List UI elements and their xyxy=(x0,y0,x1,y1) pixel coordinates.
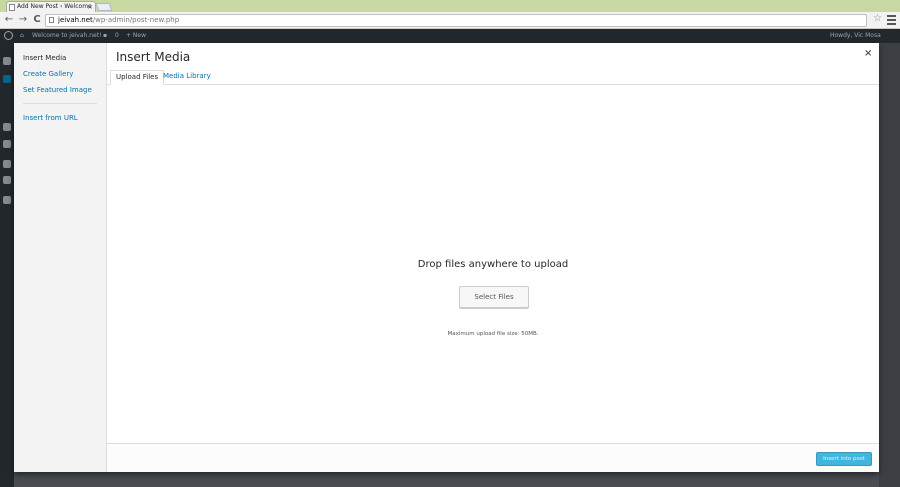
back-arrow-icon[interactable]: ← xyxy=(3,13,15,27)
browser-menu-icon[interactable] xyxy=(887,15,896,25)
settings-icon[interactable] xyxy=(3,196,11,204)
media-menu: Insert Media Create Gallery Set Featured… xyxy=(14,43,107,472)
browser-tab-title: Add New Post ‹ Welcome xyxy=(17,3,92,10)
backdrop-bottom xyxy=(14,472,879,487)
reload-icon[interactable]: C xyxy=(31,13,43,27)
site-name-link[interactable]: Welcome to jeivah.net! xyxy=(32,29,102,43)
comments-count[interactable]: 0 xyxy=(115,29,119,43)
tools-icon[interactable] xyxy=(3,176,11,184)
tab-upload-files[interactable]: Upload Files xyxy=(110,70,165,85)
url-host: jeivah.net xyxy=(58,16,93,24)
backdrop-scroll-area xyxy=(879,43,900,487)
url-path: /wp-admin/post-new.php xyxy=(92,16,180,24)
browser-tab-bar: Add New Post ‹ Welcome × xyxy=(0,0,900,12)
wordpress-logo-icon[interactable] xyxy=(4,31,13,40)
close-tab-icon[interactable]: × xyxy=(87,2,93,12)
forward-arrow-icon[interactable]: → xyxy=(17,13,29,27)
modal-title: Insert Media xyxy=(116,50,191,64)
menu-item-set-featured-image[interactable]: Set Featured Image xyxy=(23,86,92,94)
page-icon xyxy=(9,4,15,11)
browser-toolbar: ← → C jeivah.net/wp-admin/post-new.php ☆ xyxy=(0,12,900,29)
select-files-button[interactable]: Select Files xyxy=(459,286,529,308)
close-icon[interactable]: × xyxy=(864,48,872,59)
max-upload-size: Maximum upload file size: 50MB. xyxy=(447,331,539,337)
dashboard-icon[interactable] xyxy=(3,57,11,65)
users-icon[interactable] xyxy=(3,160,11,168)
comments-icon[interactable] xyxy=(3,140,11,148)
insert-media-modal: Insert Media Create Gallery Set Featured… xyxy=(14,43,879,472)
menu-item-insert-media[interactable]: Insert Media xyxy=(23,54,66,62)
tab-media-library[interactable]: Media Library xyxy=(158,70,216,85)
media-icon[interactable] xyxy=(3,123,11,131)
wp-admin-bar: ⌂ Welcome to jeivah.net! ▪ 0 + New Howdy… xyxy=(0,29,900,43)
home-icon: ⌂ xyxy=(20,32,24,39)
new-tab-button[interactable] xyxy=(95,3,113,11)
posts-icon[interactable] xyxy=(3,75,11,83)
menu-item-create-gallery[interactable]: Create Gallery xyxy=(23,70,73,78)
new-content-link[interactable]: + New xyxy=(126,29,146,43)
drop-files-instructions: Drop files anywhere to upload xyxy=(417,259,569,270)
media-router-tabs: Upload Files Media Library xyxy=(107,70,879,85)
address-bar[interactable]: jeivah.net/wp-admin/post-new.php xyxy=(45,14,867,27)
upload-drop-zone[interactable]: Drop files anywhere to upload Select Fil… xyxy=(107,86,879,443)
comments-icon[interactable]: ▪ xyxy=(103,29,107,43)
insert-into-post-button[interactable]: Insert into post xyxy=(816,452,872,466)
media-toolbar: Insert into post xyxy=(107,443,879,472)
bookmark-star-icon[interactable]: ☆ xyxy=(873,13,882,24)
menu-separator xyxy=(23,103,97,104)
browser-tab[interactable]: Add New Post ‹ Welcome × xyxy=(6,1,96,12)
page-icon xyxy=(49,17,54,23)
menu-item-insert-from-url[interactable]: Insert from URL xyxy=(23,114,78,122)
wp-admin-sidebar xyxy=(0,43,14,487)
howdy-user-link[interactable]: Howdy, Vic Mosa xyxy=(830,29,881,43)
